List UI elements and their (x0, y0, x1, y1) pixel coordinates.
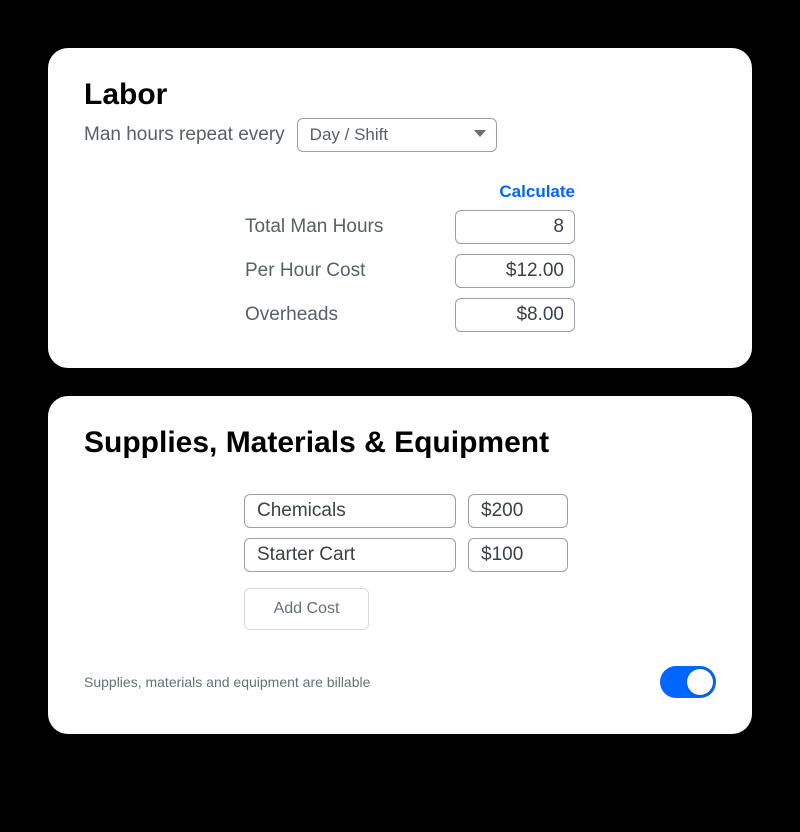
overheads-input[interactable] (455, 298, 575, 332)
toggle-knob (687, 669, 713, 695)
labor-grid: Calculate Total Man Hours Per Hour Cost … (245, 182, 575, 332)
per-hour-cost-input[interactable] (455, 254, 575, 288)
labor-card: Labor Man hours repeat every Day / Shift… (48, 48, 752, 368)
supply-row (244, 538, 716, 572)
supply-row (244, 494, 716, 528)
labor-row-per-hour-cost: Per Hour Cost (245, 254, 575, 288)
repeat-select-value[interactable]: Day / Shift (297, 118, 497, 152)
repeat-row: Man hours repeat every Day / Shift (84, 118, 716, 152)
calculate-row: Calculate (245, 182, 575, 202)
supplies-card: Supplies, Materials & Equipment Add Cost… (48, 396, 752, 734)
repeat-select[interactable]: Day / Shift (297, 118, 497, 152)
labor-row-label: Per Hour Cost (245, 260, 365, 282)
supplies-title: Supplies, Materials & Equipment (84, 426, 716, 460)
supply-cost-input[interactable] (468, 494, 568, 528)
billable-toggle[interactable] (660, 666, 716, 698)
supply-name-input[interactable] (244, 494, 456, 528)
labor-title: Labor (84, 78, 716, 112)
calculate-link[interactable]: Calculate (499, 182, 575, 202)
supplies-grid: Add Cost (244, 494, 716, 630)
labor-row-label: Total Man Hours (245, 216, 383, 238)
labor-row-overheads: Overheads (245, 298, 575, 332)
labor-row-label: Overheads (245, 304, 338, 326)
billable-row: Supplies, materials and equipment are bi… (84, 666, 716, 698)
total-man-hours-input[interactable] (455, 210, 575, 244)
labor-row-total-man-hours: Total Man Hours (245, 210, 575, 244)
supply-cost-input[interactable] (468, 538, 568, 572)
billable-label: Supplies, materials and equipment are bi… (84, 674, 370, 690)
add-cost-button[interactable]: Add Cost (244, 588, 369, 630)
supply-name-input[interactable] (244, 538, 456, 572)
repeat-label: Man hours repeat every (84, 124, 285, 146)
